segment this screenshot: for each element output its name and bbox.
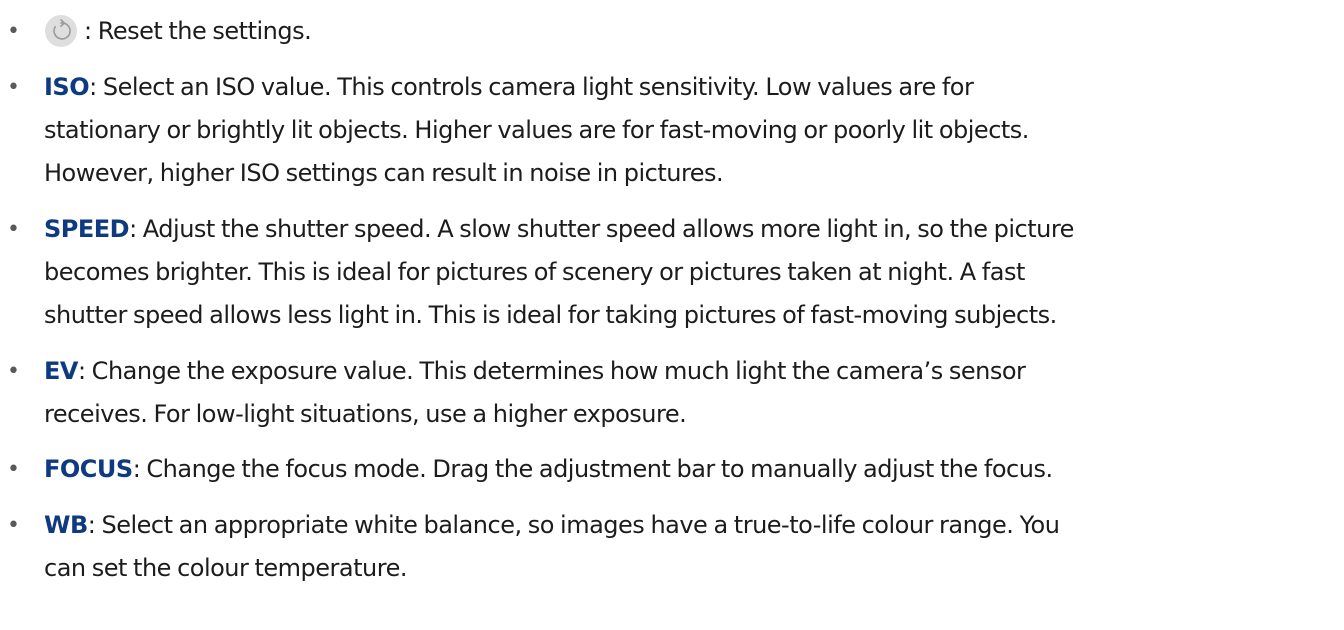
- bullet: •: [7, 457, 20, 482]
- wb-description-line-1: : Select an appropriate white balance, s…: [87, 511, 1060, 539]
- item-text: FOCUS: Change the focus mode. Drag the a…: [44, 448, 1336, 491]
- iso-description-line-1: : Select an ISO value. This controls cam…: [89, 73, 974, 101]
- speed-description-line-2: becomes brighter. This is ideal for pict…: [44, 258, 1025, 286]
- item-line: WB: Select an appropriate white balance,…: [44, 504, 1336, 547]
- bullet: •: [7, 359, 20, 384]
- iso-description-line-2: stationary or brightly lit objects. High…: [44, 116, 1029, 144]
- focus-description-line-1: : Change the focus mode. Drag the adjust…: [132, 455, 1053, 483]
- bullet: •: [7, 217, 20, 242]
- ev-term: EV: [44, 357, 78, 385]
- wb-description-line-2: can set the colour temperature.: [44, 554, 408, 582]
- iso-term: ISO: [44, 73, 90, 101]
- item-text: WB: Select an appropriate white balance,…: [44, 504, 1336, 590]
- speed-description-line-1: : Adjust the shutter speed. A slow shutt…: [129, 215, 1074, 243]
- item-text: : Reset the settings.: [44, 10, 1336, 53]
- item-text: ISO: Select an ISO value. This controls …: [44, 66, 1336, 195]
- ev-description-line-1: : Change the exposure value. This determ…: [77, 357, 1026, 385]
- item-line: EV: Change the exposure value. This dete…: [44, 350, 1336, 393]
- bullet: •: [7, 19, 20, 44]
- ev-description-line-2: receives. For low-light situations, use …: [44, 400, 687, 428]
- item-text: SPEED: Adjust the shutter speed. A slow …: [44, 208, 1336, 337]
- help-content: • : Reset the settings. • ISO: Select an…: [0, 0, 1344, 630]
- item-line: SPEED: Adjust the shutter speed. A slow …: [44, 208, 1336, 251]
- reset-icon: [44, 14, 78, 48]
- focus-term: FOCUS: [44, 455, 133, 483]
- item-line: FOCUS: Change the focus mode. Drag the a…: [44, 448, 1336, 491]
- item-line: : Reset the settings.: [44, 10, 1336, 53]
- speed-description-line-3: shutter speed allows less light in. This…: [44, 301, 1057, 329]
- iso-description-line-3: However, higher ISO settings can result …: [44, 159, 724, 187]
- speed-term: SPEED: [44, 215, 130, 243]
- wb-term: WB: [44, 511, 88, 539]
- bullet: •: [7, 513, 20, 538]
- item-line: ISO: Select an ISO value. This controls …: [44, 66, 1336, 109]
- reset-description: : Reset the settings.: [84, 17, 312, 45]
- item-text: EV: Change the exposure value. This dete…: [44, 350, 1336, 436]
- bullet: •: [7, 75, 20, 100]
